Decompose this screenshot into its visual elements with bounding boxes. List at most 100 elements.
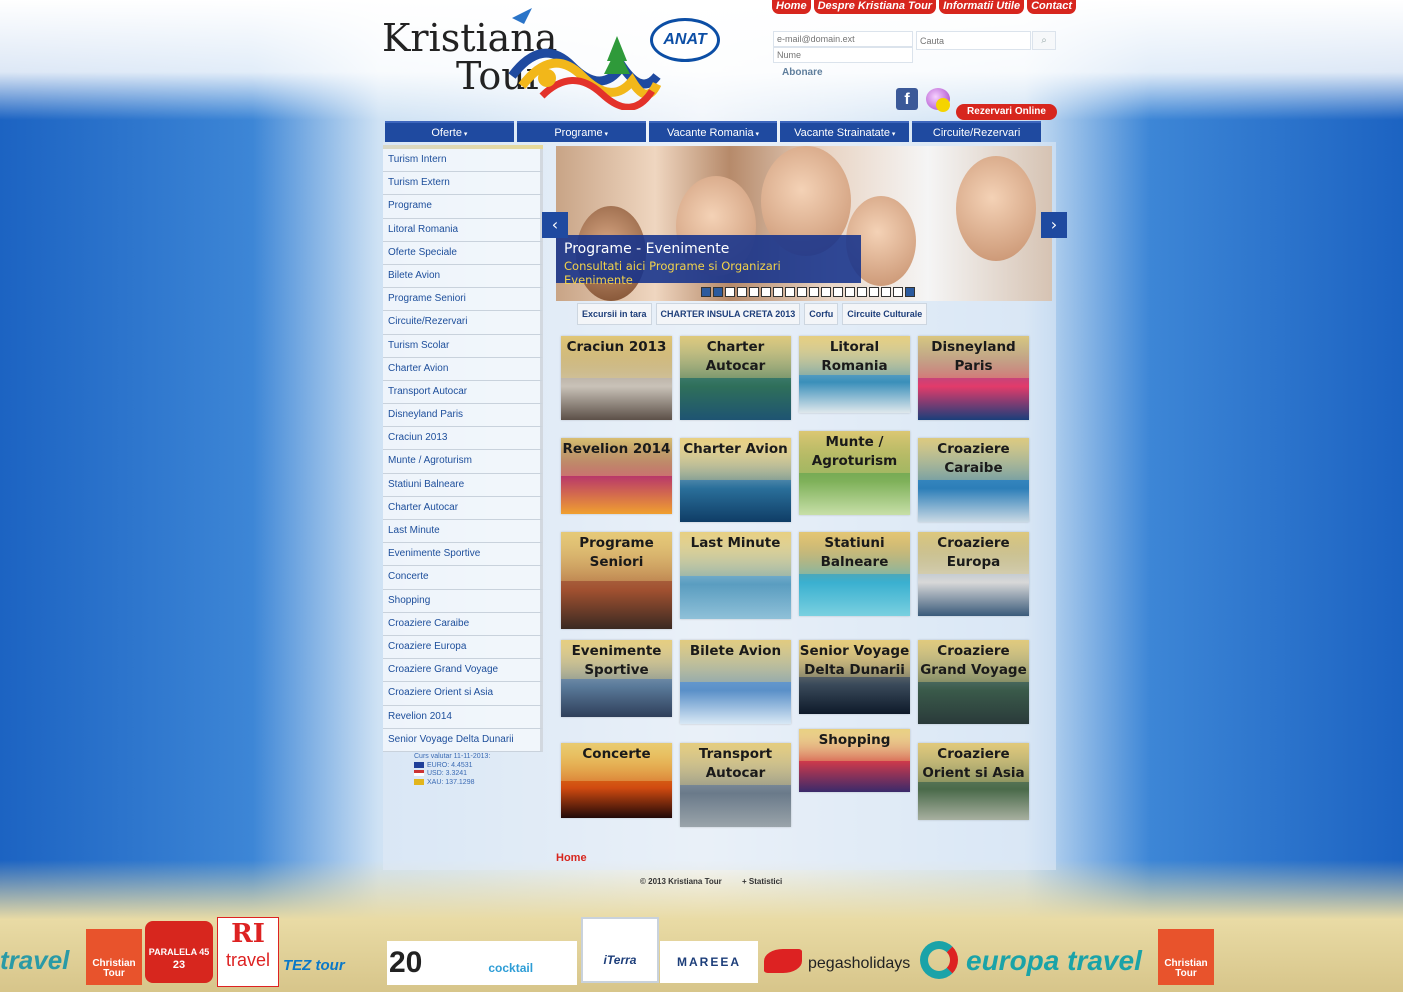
category-tile[interactable]: Croaziere Europa: [918, 532, 1029, 616]
messenger-icon[interactable]: [926, 88, 950, 112]
category-tile[interactable]: Revelion 2014: [561, 438, 672, 514]
slider-dot[interactable]: [833, 287, 843, 297]
slider-dot[interactable]: [857, 287, 867, 297]
slider-dot[interactable]: [749, 287, 759, 297]
statistics-link[interactable]: + Statistici: [742, 877, 782, 886]
sidebar-item[interactable]: Croaziere Orient si Asia: [383, 682, 543, 706]
partner-christian-tour-logo-right[interactable]: Christian Tour: [1158, 929, 1214, 985]
slider-dot[interactable]: [761, 287, 771, 297]
category-tile[interactable]: Disneyland Paris: [918, 336, 1029, 420]
sidebar-item[interactable]: Last Minute: [383, 520, 543, 544]
newsletter-email-input[interactable]: [773, 31, 913, 47]
category-tile[interactable]: Munte / Agroturism: [799, 431, 910, 515]
sidebar-item[interactable]: Evenimente Sportive: [383, 543, 543, 567]
mainnav-vacante-strainatate[interactable]: Vacante Strainatate: [780, 121, 910, 142]
slider-next-button[interactable]: ›: [1041, 212, 1067, 238]
slider-dot[interactable]: [737, 287, 747, 297]
sidebar-item[interactable]: Statiuni Balneare: [383, 473, 543, 497]
sidebar-item[interactable]: Litoral Romania: [383, 218, 543, 242]
site-logo[interactable]: Kristiana Tour: [382, 6, 662, 110]
slider-dot[interactable]: [845, 287, 855, 297]
sidebar-item[interactable]: Croaziere Caraibe: [383, 612, 543, 636]
rezervari-online-button[interactable]: Rezervari Online: [956, 104, 1057, 120]
sidebar-item[interactable]: Disneyland Paris: [383, 404, 543, 428]
partner-europa-travel-logo[interactable]: europa travel: [920, 941, 1142, 979]
topnav-contact[interactable]: Contact: [1027, 0, 1077, 14]
category-tile[interactable]: Croaziere Grand Voyage: [918, 640, 1029, 724]
mainnav-programe[interactable]: Programe: [516, 121, 646, 142]
partner-pegas-logo[interactable]: pegasholidays: [764, 949, 910, 973]
tab-circuite-culturale[interactable]: Circuite Culturale: [842, 303, 928, 325]
topnav-about[interactable]: Despre Kristiana Tour: [813, 0, 937, 14]
sidebar-item[interactable]: Turism Scolar: [383, 334, 543, 358]
partner-iterra-logo[interactable]: iTerra: [581, 917, 659, 983]
subscribe-button[interactable]: Abonare: [782, 67, 823, 78]
sidebar-item[interactable]: Transport Autocar: [383, 380, 543, 405]
partner-christian-tour-logo[interactable]: Christian Tour: [86, 929, 142, 985]
search-button[interactable]: ⌕: [1032, 31, 1056, 50]
slider-dot[interactable]: [785, 287, 795, 297]
category-tile[interactable]: Bilete Avion: [680, 640, 791, 724]
topnav-home[interactable]: Home: [772, 0, 811, 14]
category-tile[interactable]: Transport Autocar: [680, 743, 791, 827]
partner-tez-tour-logo[interactable]: TEZ tour: [283, 951, 383, 981]
slider-dot[interactable]: [701, 287, 711, 297]
slider-dot[interactable]: [905, 287, 915, 297]
slider-dot[interactable]: [893, 287, 903, 297]
facebook-icon[interactable]: f: [896, 88, 918, 110]
category-tile[interactable]: Croaziere Orient si Asia: [918, 743, 1029, 820]
mainnav-circuite[interactable]: Circuite/Rezervari: [912, 121, 1041, 142]
tab-excursii[interactable]: Excursii in tara: [577, 303, 652, 325]
category-tile[interactable]: Evenimente Sportive: [561, 640, 672, 717]
sidebar-item[interactable]: Charter Autocar: [383, 496, 543, 520]
sidebar-item[interactable]: Concerte: [383, 566, 543, 590]
category-tile[interactable]: Charter Autocar: [680, 336, 791, 420]
sidebar-item[interactable]: Turism Intern: [383, 149, 543, 173]
partner-ri-travel-logo[interactable]: RI travel: [217, 917, 279, 987]
sidebar-item[interactable]: Revelion 2014: [383, 705, 543, 729]
partner-mareea-logo[interactable]: MAREEA: [660, 941, 758, 983]
category-tile[interactable]: Last Minute: [680, 532, 791, 619]
slider-dot[interactable]: [869, 287, 879, 297]
partner-20-years-logo[interactable]: 20cocktail holidays: [387, 941, 577, 985]
sidebar-item[interactable]: Croaziere Grand Voyage: [383, 659, 543, 683]
category-tile[interactable]: Shopping: [799, 729, 910, 792]
category-tile[interactable]: Senior Voyage Delta Dunarii: [799, 640, 910, 714]
mainnav-oferte[interactable]: Oferte: [385, 121, 514, 142]
sidebar-item[interactable]: Munte / Agroturism: [383, 450, 543, 474]
sidebar-item[interactable]: Programe: [383, 195, 543, 219]
slider-dot[interactable]: [881, 287, 891, 297]
category-tile[interactable]: Croaziere Caraibe: [918, 438, 1029, 522]
sidebar-item[interactable]: Shopping: [383, 589, 543, 613]
sidebar-item[interactable]: Bilete Avion: [383, 264, 543, 289]
slider-dot[interactable]: [713, 287, 723, 297]
category-tile[interactable]: Statiuni Balneare: [799, 532, 910, 616]
category-tile[interactable]: Craciun 2013: [561, 336, 672, 420]
newsletter-name-input[interactable]: [773, 47, 913, 63]
slider-dot[interactable]: [821, 287, 831, 297]
sidebar-item[interactable]: Turism Extern: [383, 172, 543, 196]
slider-dot[interactable]: [809, 287, 819, 297]
sidebar-item[interactable]: Croaziere Europa: [383, 635, 543, 660]
sidebar-item[interactable]: Senior Voyage Delta Dunarii: [383, 728, 543, 752]
sidebar-item[interactable]: Oferte Speciale: [383, 241, 543, 265]
tab-corfu[interactable]: Corfu: [804, 303, 839, 325]
slider-dot[interactable]: [773, 287, 783, 297]
breadcrumb-home[interactable]: Home: [556, 852, 587, 864]
slider-caption[interactable]: Programe - Evenimente Consultati aici Pr…: [556, 235, 861, 287]
slider-dot[interactable]: [725, 287, 735, 297]
slider-dot[interactable]: [797, 287, 807, 297]
slider-prev-button[interactable]: ‹: [542, 212, 568, 238]
sidebar-item[interactable]: Circuite/Rezervari: [383, 311, 543, 335]
topnav-info[interactable]: Informatii Utile: [939, 0, 1025, 14]
category-tile[interactable]: Concerte: [561, 743, 672, 818]
partner-travel-logo[interactable]: travel: [0, 945, 69, 976]
sidebar-item[interactable]: Craciun 2013: [383, 427, 543, 451]
mainnav-vacante-romania[interactable]: Vacante Romania: [648, 121, 778, 142]
sidebar-item[interactable]: Programe Seniori: [383, 288, 543, 312]
tab-charter-creta[interactable]: CHARTER INSULA CRETA 2013: [655, 303, 801, 325]
hero-slider[interactable]: Programe - Evenimente Consultati aici Pr…: [556, 146, 1052, 301]
partner-paralela45-logo[interactable]: PARALELA 45 23: [145, 921, 213, 983]
category-tile[interactable]: Programe Seniori: [561, 532, 672, 629]
category-tile[interactable]: Charter Avion: [680, 438, 791, 522]
